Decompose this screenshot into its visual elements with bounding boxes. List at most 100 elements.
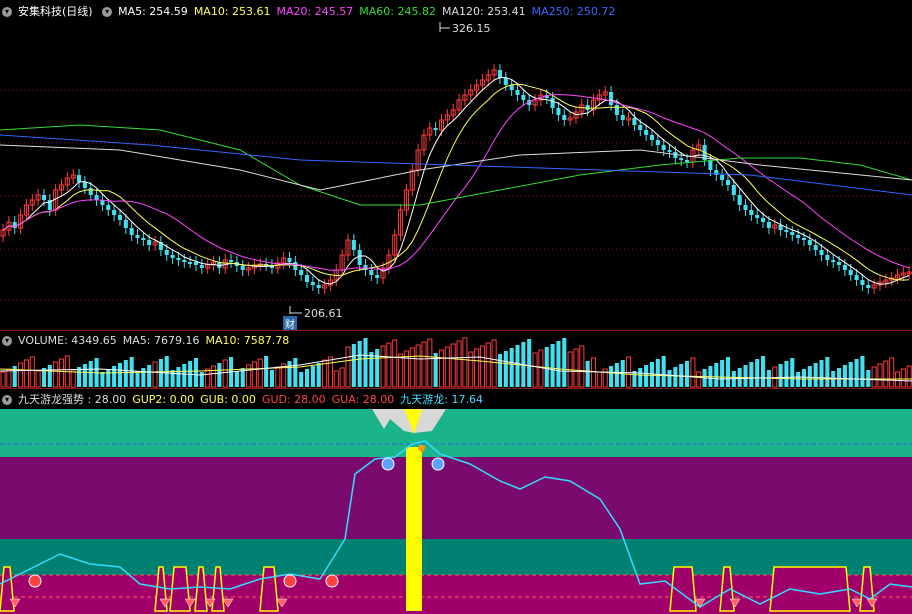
ma-legend-3: MA60: 245.82	[359, 5, 436, 18]
volume-bar-down	[310, 366, 315, 387]
volume-bar-down	[182, 364, 187, 387]
volume-bar-up	[152, 361, 158, 388]
candle-body-down	[316, 285, 321, 288]
indicator-legend-3: GUD: 28.00	[261, 393, 326, 406]
volume-bar-up	[392, 339, 398, 388]
volume-bar-down	[141, 368, 146, 387]
ma-legend-items: MA5: 254.59 MA10: 253.61 MA20: 245.57 MA60:…	[118, 5, 621, 18]
red-yellow-signal-block	[259, 566, 279, 612]
volume-bar-up	[772, 366, 778, 388]
candle-body-down	[188, 262, 193, 264]
candle-body-down	[299, 270, 304, 275]
volume-bar-down	[614, 363, 619, 387]
ma5-line	[2, 77, 910, 285]
volume-bar-up	[485, 342, 491, 388]
ma-legend-4: MA120: 253.41	[441, 5, 526, 18]
stock-name: 安集科技(日线)	[18, 5, 93, 18]
candlestick-chart[interactable]	[0, 0, 912, 330]
volume-bar-up	[23, 359, 29, 388]
candle-body-down	[135, 235, 140, 238]
volume-bar-down	[807, 366, 812, 387]
candle-body-down	[825, 255, 830, 260]
price-chart-panel[interactable]: ▾ 安集科技(日线) ▾ MA5: 254.59 MA10: 253.61 MA20: …	[0, 0, 912, 330]
volume-bar-up	[590, 357, 597, 388]
volume-bar-down	[556, 341, 561, 387]
candle-body-down	[112, 210, 117, 215]
volume-bar-up	[871, 366, 877, 388]
volume-bar-up	[6, 368, 12, 388]
volume-bar-down	[106, 369, 111, 387]
candle-body-down	[182, 260, 187, 262]
candle-body-down	[305, 275, 310, 282]
volume-legend-2: MA10: 7587.78	[205, 334, 290, 347]
volume-bar-down	[749, 362, 754, 387]
volume-bar-up	[491, 339, 497, 388]
volume-bar-down	[503, 351, 508, 387]
volume-bar-up	[53, 361, 59, 388]
candle-body-down	[644, 130, 649, 135]
chevron-down-icon[interactable]: ▾	[2, 395, 12, 405]
volume-bar-down	[88, 361, 93, 387]
volume-bar-down	[375, 349, 380, 387]
candle-body-down	[796, 235, 801, 238]
volume-bar-up	[398, 353, 404, 388]
candle-body-down	[77, 175, 82, 182]
candle-body-down	[755, 215, 760, 218]
volume-bar-up	[345, 346, 351, 388]
candle-body-down	[357, 250, 362, 265]
candle-body-down	[82, 182, 87, 188]
volume-bar-down	[369, 352, 374, 387]
volume-bar-down	[743, 365, 748, 387]
chevron-down-icon[interactable]: ▾	[2, 7, 12, 17]
volume-bar-down	[796, 372, 801, 387]
volume-bar-up	[532, 352, 538, 388]
candle-body-down	[351, 240, 356, 250]
candle-body-down	[737, 195, 742, 205]
blue-ball-marker	[431, 457, 445, 471]
volume-bar-down	[638, 368, 643, 387]
volume-bar-up	[251, 361, 257, 388]
volume-bar-up	[456, 340, 462, 388]
volume-bar-down	[813, 363, 818, 387]
chevron-down-icon[interactable]: ▾	[2, 336, 12, 346]
volume-bar-down	[305, 369, 310, 387]
candle-body-down	[556, 108, 561, 115]
candle-body-down	[41, 195, 47, 200]
candle-body-down	[515, 90, 520, 95]
volume-bar-up	[889, 357, 895, 388]
candle-body-down	[433, 128, 438, 130]
ma20-line	[2, 93, 910, 271]
volume-bar-down	[655, 359, 660, 387]
candle-body-down	[503, 78, 508, 85]
candle-body-down	[229, 260, 234, 262]
volume-bar-down	[135, 371, 140, 387]
volume-bar-down	[77, 367, 82, 387]
candle-body-down	[193, 262, 199, 265]
volume-bar-down	[123, 360, 128, 387]
candle-body-down	[866, 285, 871, 288]
red-yellow-signal-block	[769, 566, 851, 612]
candle-body-down	[685, 160, 690, 162]
volume-bar-up	[18, 362, 24, 388]
chevron-down-icon[interactable]: ▾	[102, 7, 113, 17]
financial-report-badge[interactable]: 财	[283, 316, 297, 330]
volume-bar-up	[883, 360, 889, 388]
volume-bar-down	[100, 372, 105, 387]
volume-bar-up	[35, 370, 41, 388]
volume-bar-down	[661, 356, 666, 387]
candle-body-down	[655, 140, 660, 145]
candle-body-down	[147, 240, 152, 245]
volume-bar-down	[755, 359, 760, 387]
candle-body-down	[860, 280, 865, 285]
volume-bar-up	[690, 357, 696, 388]
volume-bar-down	[644, 365, 649, 387]
volume-bar-up	[380, 345, 386, 388]
volume-chart-panel[interactable]: ▾ VOLUME: 4349.65 MA5: 7679.16 MA10: 7587.7…	[0, 330, 912, 389]
indicator-legend-4: GUA: 28.00	[331, 393, 395, 406]
volume-bar-down	[217, 363, 222, 387]
indicator-chart-panel[interactable]: ▾ 九天游龙强势 : 28.00 GUP2: 0.00 GUB: 0.00 GUD: 2…	[0, 388, 912, 614]
volume-bar-down	[544, 347, 549, 387]
volume-bar-down	[112, 366, 117, 387]
volume-bar-down	[790, 358, 795, 387]
candle-body-down	[667, 150, 672, 152]
